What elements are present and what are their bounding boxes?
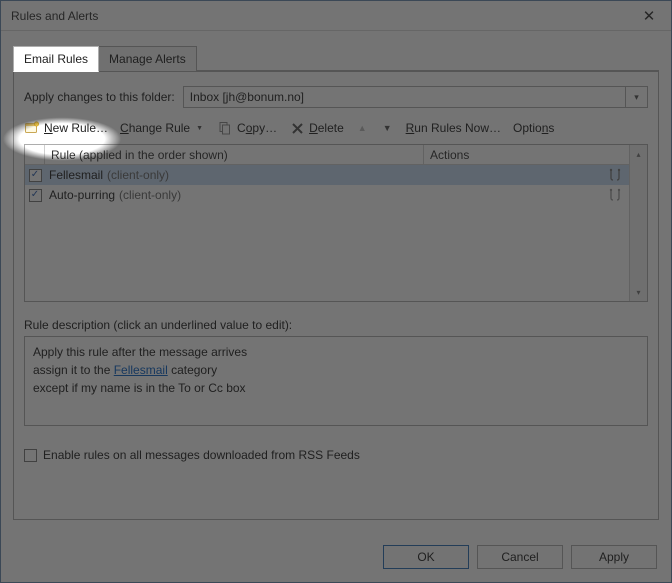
folder-value: Inbox [jh@bonum.no]	[190, 90, 304, 104]
arrow-down-icon: ▼	[381, 123, 394, 133]
rule-suffix: (client-only)	[119, 188, 181, 202]
copy-label: Copy…	[237, 121, 277, 135]
copy-button[interactable]: Copy…	[217, 120, 277, 136]
tab-label: Email Rules	[24, 52, 88, 66]
new-rule-label: New Rule…	[44, 121, 108, 135]
rule-enabled-checkbox[interactable]: ✓	[25, 169, 45, 182]
rule-name: Auto-purring	[49, 188, 115, 202]
rule-desc-line: except if my name is in the To or Cc box	[33, 379, 639, 397]
rules-grid-scrollbar[interactable]: ▴ ▾	[629, 145, 647, 301]
rss-label: Enable rules on all messages downloaded …	[43, 448, 360, 462]
tab-email-rules[interactable]: Email Rules	[13, 46, 99, 72]
email-rules-panel: Apply changes to this folder: Inbox [jh@…	[13, 71, 659, 520]
col-rule[interactable]: Rule (applied in the order shown)	[45, 145, 424, 164]
rules-toolbar: New Rule… Change Rule ▼ Copy… Delete	[24, 118, 648, 144]
options-button[interactable]: Options	[513, 121, 554, 135]
delete-icon	[289, 120, 305, 136]
folder-label: Apply changes to this folder:	[24, 90, 175, 104]
delete-button[interactable]: Delete	[289, 120, 344, 136]
rule-enabled-checkbox[interactable]: ✓	[25, 189, 45, 202]
title-bar: Rules and Alerts ✕	[1, 1, 671, 31]
dialog-footer: OK Cancel Apply	[1, 532, 671, 582]
new-rule-button[interactable]: New Rule…	[24, 120, 108, 136]
rule-desc-line: assign it to the Fellesmail category	[33, 361, 639, 379]
rule-action-icons	[607, 168, 623, 182]
chevron-down-icon: ▾	[625, 87, 647, 107]
rss-row: ✓ Enable rules on all messages downloade…	[24, 448, 648, 462]
apply-button[interactable]: Apply	[571, 545, 657, 569]
tab-manage-alerts[interactable]: Manage Alerts	[98, 46, 197, 72]
change-rule-button[interactable]: Change Rule ▼	[120, 121, 205, 135]
rule-name: Fellesmail	[49, 168, 103, 182]
rule-name-cell: Fellesmail (client-only)	[45, 168, 424, 182]
window-title: Rules and Alerts	[11, 9, 98, 23]
close-button[interactable]: ✕	[627, 1, 671, 31]
scroll-down-icon[interactable]: ▾	[630, 283, 647, 301]
rss-checkbox[interactable]: ✓	[24, 449, 37, 462]
cancel-button[interactable]: Cancel	[477, 545, 563, 569]
tab-strip: Email Rules Manage Alerts	[13, 45, 659, 71]
rule-desc-line: Apply this rule after the message arrive…	[33, 343, 639, 361]
rule-description-label: Rule description (click an underlined va…	[24, 318, 648, 332]
new-rule-icon	[24, 120, 40, 136]
ok-button[interactable]: OK	[383, 545, 469, 569]
run-rules-now-button[interactable]: Run Rules Now…	[406, 121, 501, 135]
close-icon: ✕	[643, 7, 656, 25]
rule-action-icons	[607, 188, 623, 202]
col-actions[interactable]: Actions	[424, 145, 629, 164]
rules-grid-body: ✓ Fellesmail (client-only)	[25, 165, 629, 301]
move-up-button[interactable]: ▲	[356, 123, 369, 133]
run-rules-label: Run Rules Now…	[406, 121, 501, 135]
copy-icon	[217, 120, 233, 136]
rule-description-box: Apply this rule after the message arrive…	[24, 336, 648, 426]
move-down-button[interactable]: ▼	[381, 123, 394, 133]
rules-grid-main: Rule (applied in the order shown) Action…	[25, 145, 629, 301]
rules-and-alerts-dialog: Rules and Alerts ✕ Email Rules Manage Al…	[0, 0, 672, 583]
rule-actions-cell	[424, 168, 629, 182]
tab-label: Manage Alerts	[109, 52, 186, 66]
arrow-up-icon: ▲	[356, 123, 369, 133]
rule-suffix: (client-only)	[107, 168, 169, 182]
col-checkbox[interactable]	[25, 145, 45, 164]
folder-row: Apply changes to this folder: Inbox [jh@…	[24, 86, 648, 108]
dialog-body: Email Rules Manage Alerts Apply changes …	[1, 31, 671, 532]
scroll-up-icon[interactable]: ▴	[630, 145, 647, 163]
rule-row[interactable]: ✓ Auto-purring (client-only)	[25, 185, 629, 205]
chevron-down-icon: ▼	[194, 125, 205, 132]
rules-grid-header: Rule (applied in the order shown) Action…	[25, 145, 629, 165]
change-rule-label: Change Rule	[120, 121, 190, 135]
category-link[interactable]: Fellesmail	[114, 363, 168, 377]
tab-underline	[196, 70, 659, 71]
delete-label: Delete	[309, 121, 344, 135]
rule-name-cell: Auto-purring (client-only)	[45, 188, 424, 202]
options-label: Options	[513, 121, 554, 135]
folder-dropdown[interactable]: Inbox [jh@bonum.no] ▾	[183, 86, 648, 108]
rules-grid: Rule (applied in the order shown) Action…	[24, 144, 648, 302]
rule-row[interactable]: ✓ Fellesmail (client-only)	[25, 165, 629, 185]
rule-actions-cell	[424, 188, 629, 202]
